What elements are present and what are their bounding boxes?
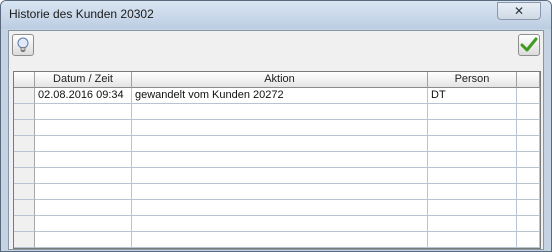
dialog-body: Datum / Zeit Aktion Person 02.08.2016 09… (8, 30, 544, 250)
empty-table-row[interactable] (14, 232, 540, 248)
row-selector (14, 232, 35, 248)
empty-cell (428, 136, 517, 152)
empty-cell (35, 200, 132, 216)
empty-cell (132, 120, 428, 136)
row-selector (14, 120, 35, 136)
empty-cell (428, 152, 517, 168)
empty-cell (517, 184, 540, 200)
history-table[interactable]: Datum / Zeit Aktion Person 02.08.2016 09… (13, 71, 541, 249)
empty-cell (132, 216, 428, 232)
close-icon: ✕ (513, 4, 525, 18)
cell-person: DT (428, 88, 517, 104)
lightbulb-icon (17, 37, 29, 52)
row-selector (14, 200, 35, 216)
empty-table-row[interactable] (14, 104, 540, 120)
empty-cell (517, 232, 540, 248)
empty-cell (517, 216, 540, 232)
empty-cell (35, 136, 132, 152)
row-selector (14, 104, 35, 120)
empty-cell (35, 216, 132, 232)
info-button[interactable] (12, 34, 34, 56)
empty-cell (517, 136, 540, 152)
confirm-button[interactable] (518, 34, 540, 56)
row-header-corner (14, 72, 35, 88)
cell-action: gewandelt vom Kunden 20272 (132, 88, 428, 104)
empty-cell (35, 168, 132, 184)
empty-cell (428, 168, 517, 184)
empty-cell (132, 168, 428, 184)
cell-datetime: 02.08.2016 09:34 (35, 88, 132, 104)
empty-cell (35, 184, 132, 200)
close-button[interactable]: ✕ (497, 2, 541, 20)
empty-cell (428, 200, 517, 216)
row-selector (14, 216, 35, 232)
empty-cell (428, 120, 517, 136)
empty-cell (132, 152, 428, 168)
empty-table-row[interactable] (14, 184, 540, 200)
column-header-action[interactable]: Aktion (132, 72, 428, 88)
row-selector (14, 152, 35, 168)
empty-table-row[interactable] (14, 200, 540, 216)
empty-table-row[interactable] (14, 168, 540, 184)
empty-cell (517, 200, 540, 216)
row-selector (14, 184, 35, 200)
empty-cell (132, 232, 428, 248)
empty-cell (132, 136, 428, 152)
empty-cell (517, 104, 540, 120)
empty-cell (428, 184, 517, 200)
empty-cell (132, 200, 428, 216)
title-bar[interactable]: Historie des Kunden 20302 ✕ (1, 1, 551, 29)
empty-cell (35, 152, 132, 168)
cell-extra (517, 88, 540, 104)
empty-cell (428, 216, 517, 232)
row-selector[interactable] (14, 88, 35, 104)
column-header-extra[interactable] (517, 72, 540, 88)
row-selector (14, 168, 35, 184)
empty-cell (517, 120, 540, 136)
empty-table-row[interactable] (14, 152, 540, 168)
empty-table-row[interactable] (14, 136, 540, 152)
column-header-datetime[interactable]: Datum / Zeit (35, 72, 132, 88)
empty-cell (35, 104, 132, 120)
empty-table-row[interactable] (14, 120, 540, 136)
empty-table-row[interactable] (14, 216, 540, 232)
empty-cell (517, 168, 540, 184)
empty-cell (517, 152, 540, 168)
empty-cell (132, 104, 428, 120)
empty-cell (132, 184, 428, 200)
empty-cell (35, 232, 132, 248)
table-row[interactable]: 02.08.2016 09:34 gewandelt vom Kunden 20… (14, 88, 540, 104)
checkmark-icon (520, 37, 538, 52)
history-dialog: Historie des Kunden 20302 ✕ Datum / Zeit… (0, 0, 552, 252)
empty-cell (428, 104, 517, 120)
column-header-person[interactable]: Person (428, 72, 517, 88)
window-title: Historie des Kunden 20302 (9, 7, 154, 21)
empty-cell (428, 232, 517, 248)
row-selector (14, 136, 35, 152)
empty-cell (35, 120, 132, 136)
